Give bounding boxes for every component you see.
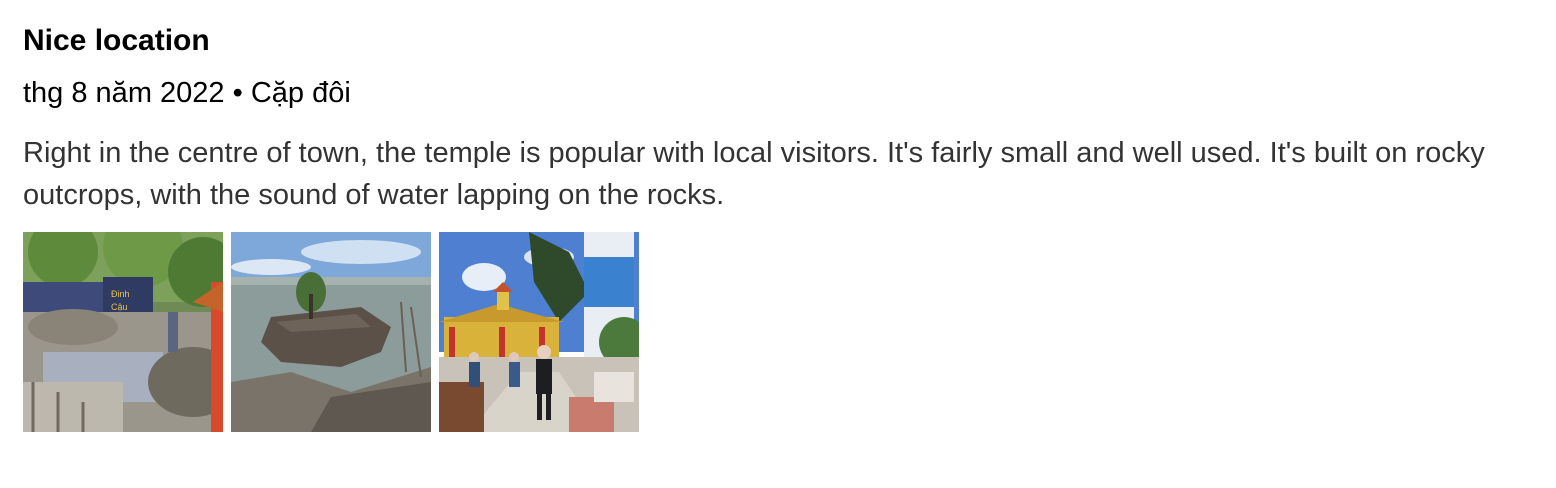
review-photo-3[interactable] [439,232,639,432]
trip-type: Cặp đôi [250,77,351,109]
meta-separator: • [232,77,243,109]
svg-text:Đinh: Đinh [111,289,130,299]
review-meta: thg 8 năm 2022 • Cặp đôi [23,76,351,110]
photo-temple-courtyard-lighthouse [439,232,639,432]
svg-text:Cậu: Cậu [111,302,128,312]
review-text: Right in the centre of town, the temple … [23,137,1485,211]
review-title: Nice location [23,24,210,57]
review-photo-2[interactable] [231,232,431,432]
photo-temple-wall-rocks: Đinh Cậu Phú [23,232,223,432]
review-photo-1[interactable]: Đinh Cậu Phú [23,232,223,432]
photo-sea-rock-outcrop [231,232,431,432]
review-date: thg 8 năm 2022 [23,77,225,109]
review-photos: Đinh Cậu Phú [23,232,639,432]
